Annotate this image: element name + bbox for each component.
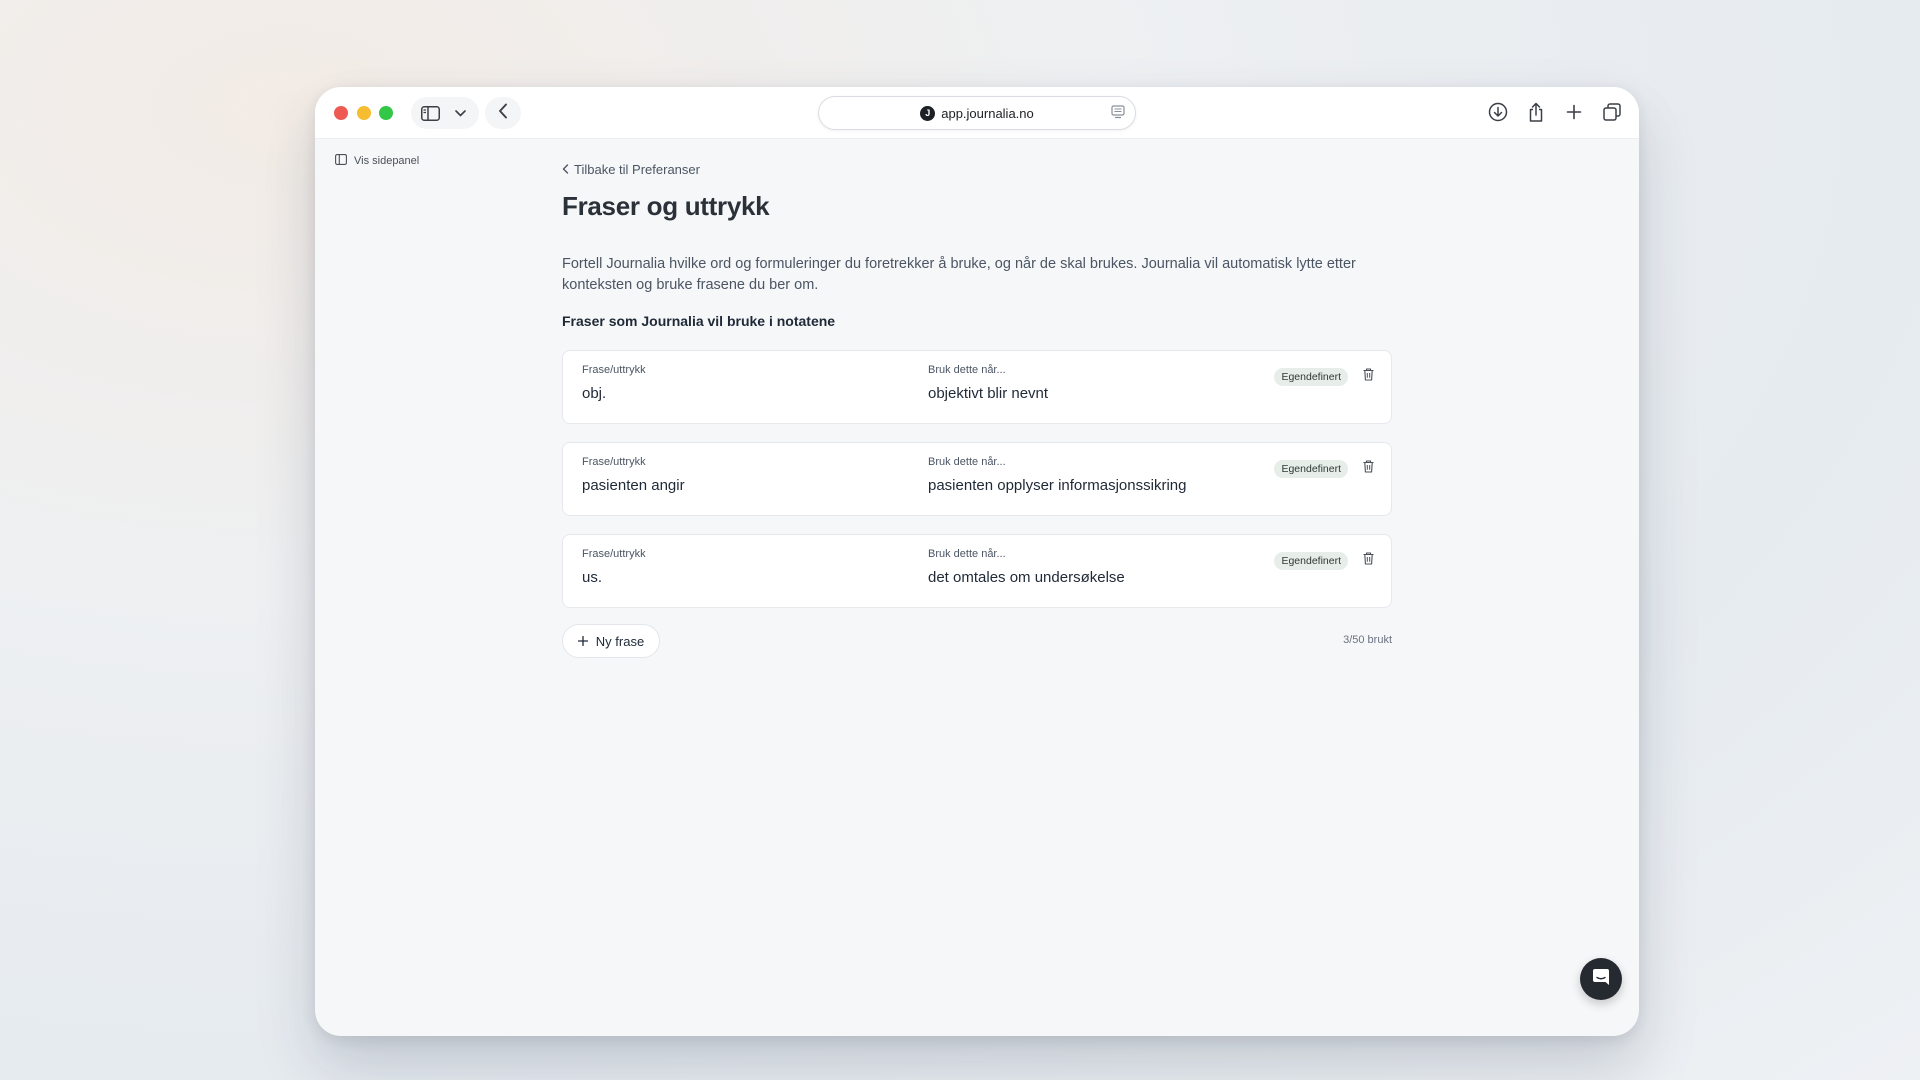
reader-icon[interactable] (1111, 105, 1125, 122)
phrase-input[interactable]: obj. (582, 385, 606, 402)
phrase-input[interactable]: pasienten angir (582, 477, 685, 494)
share-icon[interactable] (1523, 99, 1549, 125)
when-field-label: Bruk dette når... (928, 364, 1006, 376)
phrase-input[interactable]: us. (582, 569, 602, 586)
sidebar-menu-group (411, 97, 479, 129)
back-to-preferences-link[interactable]: Tilbake til Preferanser (562, 162, 700, 177)
trash-icon[interactable] (1363, 368, 1374, 386)
custom-badge: Egendefinert (1274, 552, 1348, 570)
custom-badge: Egendefinert (1274, 368, 1348, 386)
plus-icon[interactable] (1561, 99, 1587, 125)
when-input[interactable]: det omtales om undersøkelse (928, 569, 1125, 586)
page-description: Fortell Journalia hvilke ord og formuler… (562, 256, 1356, 293)
browser-window: J app.journalia.no Vis sidepanel Tilbake… (315, 87, 1639, 1036)
close-window-button[interactable] (334, 106, 348, 120)
when-field-label: Bruk dette når... (928, 548, 1006, 560)
browser-right-tools (1485, 99, 1625, 125)
site-favicon: J (920, 105, 936, 121)
address-bar[interactable]: J app.journalia.no (818, 96, 1136, 130)
chevron-left-icon (562, 162, 569, 177)
when-input[interactable]: pasienten opplyser informasjonssikring (928, 477, 1186, 494)
sidebar-icon[interactable] (419, 103, 441, 123)
usage-counter: 3/50 brukt (1343, 634, 1392, 646)
plus-icon (577, 634, 588, 649)
trash-icon[interactable] (1363, 460, 1374, 478)
chevron-down-icon[interactable] (453, 106, 467, 120)
browser-toolbar: J app.journalia.no (315, 87, 1639, 139)
phrase-card: Frase/uttrykk obj. Bruk dette når... obj… (562, 350, 1392, 424)
when-input[interactable]: objektivt blir nevnt (928, 385, 1048, 402)
url-text: app.journalia.no (941, 105, 1034, 121)
back-button[interactable] (485, 97, 521, 129)
trash-icon[interactable] (1363, 552, 1374, 570)
section-heading: Fraser som Journalia vil bruke i notaten… (562, 313, 836, 329)
phrase-field-label: Frase/uttrykk (582, 548, 646, 560)
sidebar-icon (335, 154, 347, 168)
custom-badge: Egendefinert (1274, 460, 1348, 478)
chat-button[interactable] (1580, 958, 1622, 1000)
new-phrase-button[interactable]: Ny frase (562, 624, 660, 658)
zoom-window-button[interactable] (379, 106, 393, 120)
back-link-label: Tilbake til Preferanser (574, 162, 700, 177)
page-title: Fraser og uttrykk (562, 191, 770, 221)
when-field-label: Bruk dette når... (928, 456, 1006, 468)
minimize-window-button[interactable] (357, 106, 371, 120)
chat-icon (1592, 968, 1610, 991)
chevron-left-icon (498, 103, 508, 124)
tabs-overview-icon[interactable] (1599, 99, 1625, 125)
phrase-card: Frase/uttrykk pasienten angir Bruk dette… (562, 442, 1392, 516)
download-icon[interactable] (1485, 99, 1511, 125)
phrase-field-label: Frase/uttrykk (582, 364, 646, 376)
show-sidepanel-button[interactable]: Vis sidepanel (335, 154, 419, 168)
phrase-card: Frase/uttrykk us. Bruk dette når... det … (562, 534, 1392, 608)
phrase-field-label: Frase/uttrykk (582, 456, 646, 468)
new-phrase-label: Ny frase (595, 633, 645, 649)
show-sidepanel-label: Vis sidepanel (354, 155, 420, 167)
